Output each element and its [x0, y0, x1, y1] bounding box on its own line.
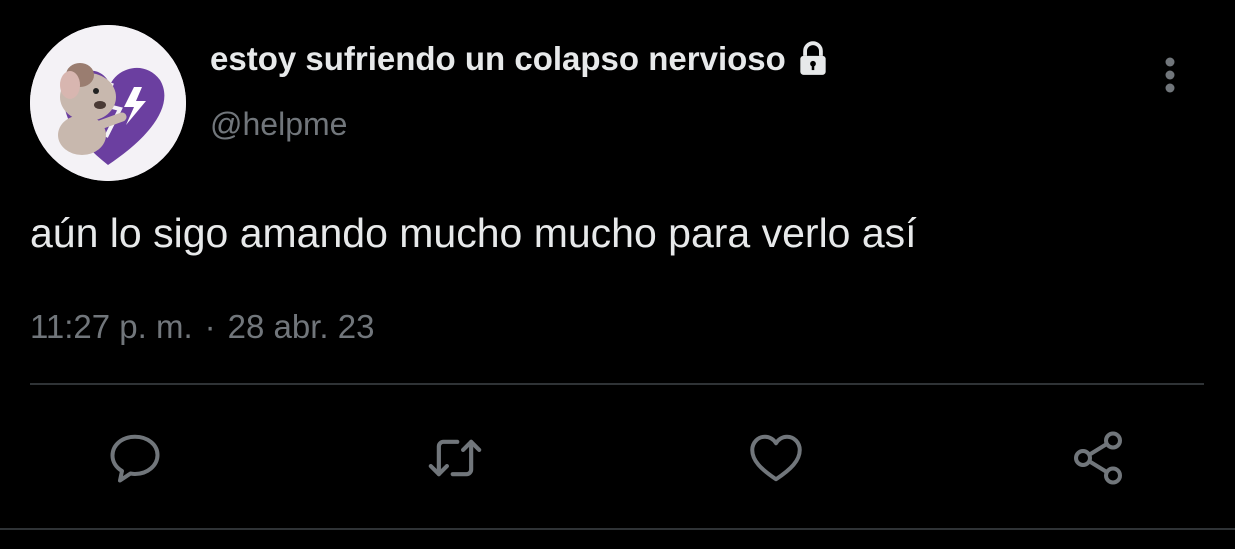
- retweet-icon: [428, 439, 482, 477]
- display-name-text: estoy sufriendo un colapso nervioso: [210, 40, 786, 77]
- tweet-detail: estoy sufriendo un colapso nervioso @hel…: [0, 0, 1235, 549]
- user-handle[interactable]: @helpme: [210, 106, 347, 143]
- bottom-divider: [0, 528, 1235, 530]
- heart-icon: [750, 434, 802, 482]
- share-button[interactable]: [1068, 428, 1128, 488]
- tweet-time: 11:27 p. m.: [30, 308, 193, 345]
- reply-button[interactable]: [105, 428, 165, 488]
- timestamp-separator: ·: [204, 308, 216, 345]
- like-button[interactable]: [746, 428, 806, 488]
- more-vertical-icon: [1165, 57, 1175, 93]
- share-icon: [1074, 431, 1122, 485]
- avatar-image: [30, 25, 186, 181]
- lock-icon: [800, 41, 826, 75]
- tweet-timestamp[interactable]: 11:27 p. m. · 28 abr. 23: [30, 308, 374, 346]
- display-name[interactable]: estoy sufriendo un colapso nervioso: [210, 40, 832, 78]
- tweet-date: 28 abr. 23: [227, 308, 375, 345]
- tweet-text: aún lo sigo amando mucho mucho para verl…: [30, 210, 917, 256]
- more-options-button[interactable]: [1150, 50, 1190, 100]
- retweet-button[interactable]: [425, 428, 485, 488]
- divider: [30, 383, 1204, 385]
- avatar[interactable]: [30, 25, 186, 181]
- reply-icon: [110, 434, 160, 483]
